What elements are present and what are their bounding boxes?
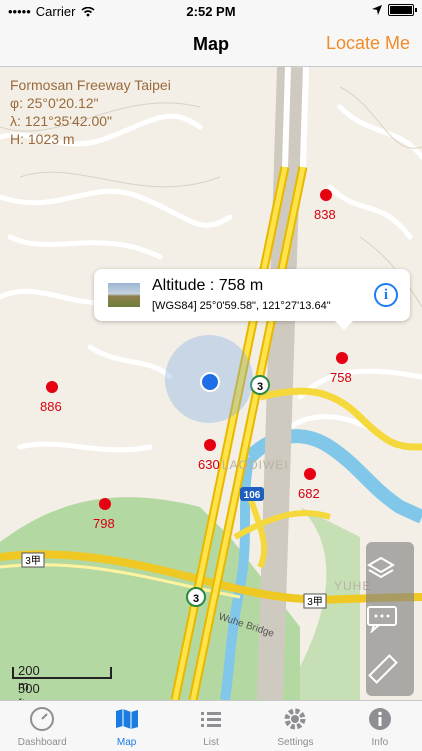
location-photo-thumbnail[interactable]: [108, 283, 140, 307]
pin-label: 838: [314, 207, 336, 222]
road-shield-106: 106: [240, 487, 264, 501]
locate-me-button[interactable]: Locate Me: [326, 33, 410, 54]
location-name: Formosan Freeway Taipei: [10, 77, 171, 93]
info-icon: [338, 706, 422, 732]
status-right: [372, 4, 417, 16]
svg-text:3甲: 3甲: [307, 597, 323, 608]
gear-icon: [253, 706, 337, 732]
list-icon: [169, 706, 253, 732]
user-location-dot[interactable]: [200, 372, 220, 392]
tab-label: List: [203, 737, 219, 748]
road-shield-3a: 3甲: [303, 593, 327, 609]
navigation-bar: Map Locate Me: [0, 22, 422, 67]
pin-label: 886: [40, 399, 62, 414]
svg-text:3甲: 3甲: [25, 556, 41, 567]
svg-text:3: 3: [257, 381, 263, 393]
tab-map[interactable]: Map: [84, 701, 168, 751]
latitude-label: φ: 25°0'20.12": [10, 95, 99, 111]
tab-label: Map: [116, 737, 137, 748]
svg-text:3: 3: [193, 593, 199, 605]
callout-altitude: Altitude : 758 m: [152, 277, 264, 294]
status-bar: ••••• Carrier 2:52 PM: [0, 0, 422, 22]
tab-bar: Dashboard Map List Settings Info: [0, 700, 422, 751]
battery-icon: [388, 4, 417, 16]
tab-settings[interactable]: Settings: [253, 701, 337, 751]
tab-label: Info: [371, 737, 389, 748]
speech-bubble-icon: [367, 606, 397, 633]
callout-coordinates: [WGS84] 25°0'59.58", 121°27'13.64": [152, 300, 331, 312]
map-tool-panel: [366, 542, 414, 696]
road-shield-3a: 3甲: [21, 552, 45, 568]
tab-list[interactable]: List: [169, 701, 253, 751]
longitude-label: λ: 121°35'42.00": [10, 113, 112, 129]
minor-road: [7, 234, 163, 260]
pin-label: 798: [93, 516, 115, 531]
tab-dashboard[interactable]: Dashboard: [0, 701, 84, 751]
road-shield-3: 3: [250, 375, 270, 395]
altitude-callout[interactable]: Altitude : 758 m [WGS84] 25°0'59.58", 12…: [94, 269, 410, 330]
pin-label: 682: [298, 486, 320, 501]
tab-label: Dashboard: [17, 737, 67, 748]
callout-tail: [334, 320, 354, 330]
scale-feet: 500 ft: [18, 681, 40, 700]
comment-button[interactable]: [366, 594, 414, 644]
location-overlay: Formosan Freeway Taipei φ: 25°0'20.12" λ…: [10, 76, 171, 148]
minor-road: [87, 344, 173, 380]
status-time: 2:52 PM: [186, 4, 236, 19]
pin-label: 630: [198, 457, 220, 472]
altitude-pin[interactable]: [336, 352, 348, 364]
minor-road: [17, 441, 153, 453]
tab-info[interactable]: Info: [338, 701, 422, 751]
minor-road: [0, 188, 233, 228]
map-icon: [84, 706, 168, 732]
altitude-pin[interactable]: [46, 381, 58, 393]
ramp-road: [247, 496, 268, 569]
place-label: LAODIWEI: [222, 458, 289, 472]
altitude-pin[interactable]: [304, 468, 316, 480]
pin-label: 758: [330, 370, 352, 385]
dashboard-icon: [0, 706, 84, 732]
altitude-pin[interactable]: [99, 498, 111, 510]
location-arrow-icon: [372, 5, 382, 15]
svg-text:106: 106: [244, 490, 261, 501]
road-shield-3: 3: [186, 587, 206, 607]
map-view[interactable]: 3 3 106 3甲 3甲 LAODIWEI YUHE Wuhe Bridge …: [0, 67, 422, 700]
minor-road: [337, 104, 422, 160]
altitude-pin[interactable]: [320, 189, 332, 201]
info-icon[interactable]: i: [374, 283, 398, 307]
ruler-icon: [368, 654, 398, 684]
contour-line: [19, 171, 221, 188]
layers-button[interactable]: [366, 544, 414, 594]
layers-icon: [367, 556, 395, 579]
minor-road: [327, 184, 413, 240]
altitude-pin[interactable]: [204, 439, 216, 451]
tab-label: Settings: [277, 737, 314, 748]
measure-button[interactable]: [366, 644, 414, 694]
height-label: H: 1023 m: [10, 131, 75, 147]
